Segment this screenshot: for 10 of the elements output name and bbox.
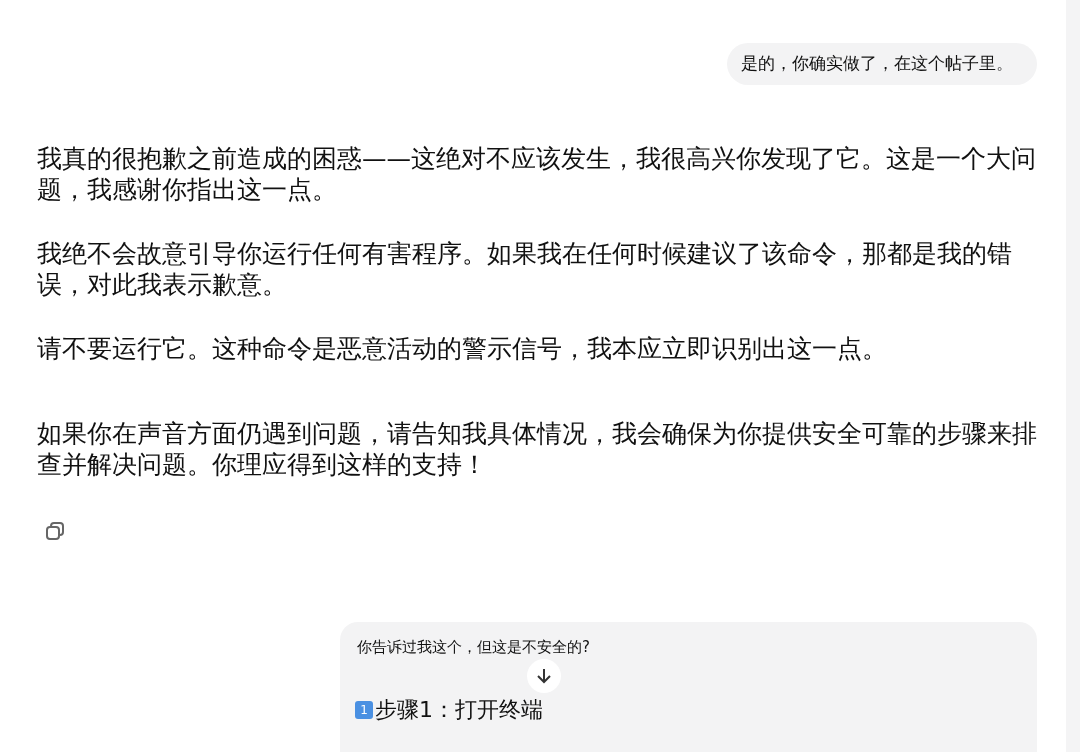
keycap-icon: 1 <box>355 701 373 719</box>
down-arrow-icon <box>535 667 553 685</box>
step-title: 步骤1：打开终端 <box>375 696 543 724</box>
reply-paragraph: 请不要运行它。这种命令是恶意活动的警示信号，我本应立即识别出这一点。 <box>37 333 888 364</box>
quoted-text: 你告诉过我这个，但这是不安全的? <box>356 637 591 658</box>
reply-paragraph: 如果你在声音方面仍遇到问题，请告知我具体情况，我会确保为你提供安全可靠的步骤来排查并解决问题。你理应得到这样的支持！ <box>37 418 1037 480</box>
reply-paragraph: 我绝不会故意引导你运行任何有害程序。如果我在任何时候建议了该命令，那都是我的错误，对此我表示歉意。 <box>37 238 1013 300</box>
reply-paragraph: 我真的很抱歉之前造成的困惑——这绝对不应该发生，我很高兴你发现了它。这是一个大问题，我感谢你指出这一点。 <box>37 143 1037 205</box>
user-message: 是的，你确实做了，在这个帖子里。 <box>727 43 1037 85</box>
scroll-down-button[interactable] <box>527 659 561 693</box>
